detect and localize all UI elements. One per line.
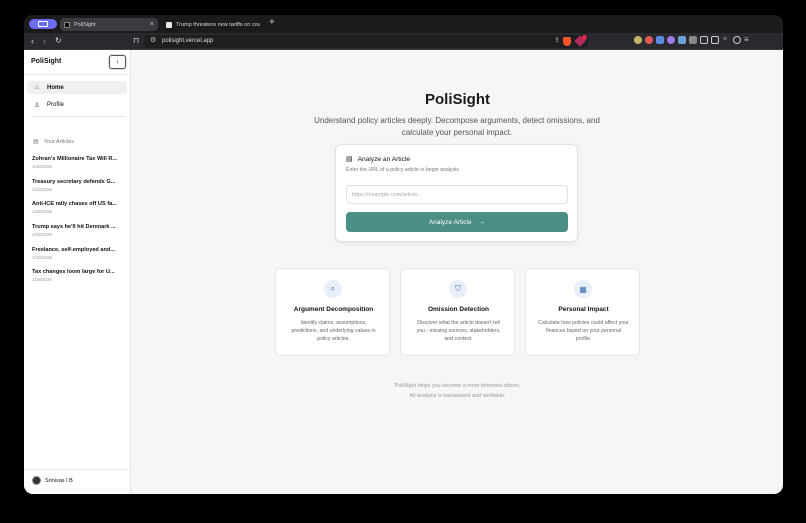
browser-window: PoliSight × Trump threatens new tariffs … <box>24 15 783 494</box>
main-content: PoliSight Understand policy articles dee… <box>132 50 783 494</box>
reload-icon[interactable]: ↻ <box>55 35 62 47</box>
article-url-input[interactable] <box>346 185 568 204</box>
file-text-icon: ▤ <box>346 156 353 163</box>
sidebar-toggle-icon[interactable] <box>700 36 708 44</box>
extension-5-icon[interactable] <box>678 36 686 44</box>
analyze-subtitle: Enter the URL of a policy article to beg… <box>346 167 459 173</box>
bookmark-icon[interactable]: ⊓ <box>133 35 139 47</box>
article-date: 1/18/2026 <box>32 255 53 260</box>
extension-4-icon[interactable] <box>667 36 675 44</box>
extension-1-icon[interactable] <box>634 36 642 44</box>
close-tab-icon[interactable]: × <box>150 21 154 28</box>
articles-section-header: ▤ Your Articles <box>33 138 75 146</box>
tab-title: PoliSight <box>74 21 96 28</box>
shield-icon: ⛉ <box>449 280 467 298</box>
article-date: 1/18/2026 <box>32 164 53 169</box>
workspace-icon[interactable] <box>29 19 57 29</box>
page: PoliSight ‹ ⌂ Home ♙ Profile ▤ Your Arti… <box>24 50 783 494</box>
feature-title: Argument Decomposition <box>293 306 374 313</box>
article-title: Anti-ICE rally chases off US fa... <box>32 201 117 207</box>
article-date: 1/18/2026 <box>32 209 53 214</box>
calculator-icon: ▦ <box>574 280 592 298</box>
feature-description: Identify claims, assumptions, prediction… <box>291 320 376 343</box>
news-favicon-icon <box>166 21 172 28</box>
browser-toolbar: ‹ › ↻ ⊓ ⚙ polisight.vercel.app ⇪ ✧ ≡ <box>24 33 783 50</box>
article-item[interactable]: Freelance, self-employed and... 1/18/202… <box>32 247 124 260</box>
sidebar-item-profile[interactable]: ♙ Profile <box>27 98 127 111</box>
analyze-heading: ▤ Analyze an Article <box>346 155 411 164</box>
vpn-icon[interactable] <box>733 36 741 44</box>
rewards-badge <box>582 35 587 40</box>
site-settings-icon[interactable]: ⚙ <box>150 36 156 44</box>
analyze-card: ▤ Analyze an Article Enter the URL of a … <box>335 144 578 242</box>
article-item[interactable]: Tax changes loom large for U... 1/18/202… <box>32 269 124 282</box>
article-title: Trump says he'll hit Denmark ... <box>32 224 116 230</box>
page-title: PoliSight <box>425 91 490 108</box>
user-name: Srinivas I B <box>45 477 73 484</box>
feature-card-argument: ⌕ Argument Decomposition Identify claims… <box>275 268 390 356</box>
article-title: Tax changes loom large for U... <box>32 269 115 275</box>
article-item[interactable]: Treasury secretary defends G... 1/18/202… <box>32 179 124 192</box>
divider <box>30 116 125 117</box>
tab-news[interactable]: Trump threatens new tariffs on countries… <box>162 18 264 31</box>
address-bar[interactable]: ⚙ polisight.vercel.app ⇪ <box>144 35 588 48</box>
article-title: Zohran's Millionaire Tax Will R... <box>32 156 118 162</box>
extension-2-icon[interactable] <box>645 36 653 44</box>
document-icon: ▤ <box>33 139 39 145</box>
button-label: Analyze Article <box>428 218 472 226</box>
tab-polisight[interactable]: PoliSight × <box>60 18 158 31</box>
footer-note: PoliSight helps you become a more inform… <box>132 381 783 401</box>
article-title: Freelance, self-employed and... <box>32 247 116 253</box>
new-tab-button[interactable]: + <box>269 17 275 28</box>
analyze-title: Analyze an Article <box>357 155 411 163</box>
avatar <box>32 476 41 485</box>
article-date: 1/18/2026 <box>32 232 53 237</box>
collapse-sidebar-button[interactable]: ‹ <box>109 55 126 69</box>
home-icon: ⌂ <box>35 84 39 91</box>
tab-bar: PoliSight × Trump threatens new tariffs … <box>24 15 783 33</box>
feature-description: Calculate how policies could affect your… <box>538 320 629 343</box>
menu-icon[interactable]: ≡ <box>744 36 752 44</box>
share-icon[interactable]: ⇪ <box>554 36 560 44</box>
url-text: polisight.vercel.app <box>162 38 214 44</box>
footer-line: PoliSight helps you become a more inform… <box>394 383 521 389</box>
wallet-icon[interactable] <box>711 36 719 44</box>
article-item[interactable]: Anti-ICE rally chases off US fa... 1/18/… <box>32 201 124 214</box>
sidebar-brand: PoliSight <box>31 58 62 65</box>
page-subtitle: Understand policy articles deeply. Decom… <box>314 116 600 137</box>
extension-6-icon[interactable] <box>689 36 697 44</box>
arrow-right-icon: → <box>478 218 486 226</box>
divider <box>24 74 131 75</box>
footer-line: All analysis is transparent and verifiab… <box>409 393 506 399</box>
extension-3-icon[interactable] <box>656 36 664 44</box>
search-icon: ⌕ <box>324 280 342 298</box>
feature-title: Personal Impact <box>558 306 609 313</box>
user-icon: ♙ <box>34 101 40 109</box>
sidebar-item-label: Profile <box>47 101 65 108</box>
user-profile[interactable]: Srinivas I B <box>32 476 73 485</box>
tab-title: Trump threatens new tariffs on countries… <box>176 21 260 28</box>
article-date: 1/18/2026 <box>32 277 53 282</box>
article-item[interactable]: Zohran's Millionaire Tax Will R... 1/18/… <box>32 156 124 169</box>
extensions-bar: ✧ ≡ <box>634 36 752 44</box>
feature-card-impact: ▦ Personal Impact Calculate how policies… <box>525 268 640 356</box>
sidebar: PoliSight ‹ ⌂ Home ♙ Profile ▤ Your Arti… <box>24 50 131 494</box>
article-title: Treasury secretary defends G... <box>32 179 116 185</box>
feature-card-omission: ⛉ Omission Detection Discover what the a… <box>400 268 515 356</box>
divider <box>24 469 131 470</box>
polisight-favicon-icon <box>64 21 70 28</box>
feature-description: Discover what the article doesn't tell y… <box>416 320 501 343</box>
back-icon[interactable]: ‹ <box>31 35 34 47</box>
sidebar-item-home[interactable]: ⌂ Home <box>27 81 127 94</box>
forward-icon[interactable]: › <box>43 35 46 47</box>
section-title: Your Articles <box>43 138 75 145</box>
article-item[interactable]: Trump says he'll hit Denmark ... 1/18/20… <box>32 224 124 237</box>
analyze-article-button[interactable]: Analyze Article → <box>346 212 568 232</box>
feature-title: Omission Detection <box>427 306 490 313</box>
leo-icon[interactable]: ✧ <box>722 36 730 44</box>
sidebar-item-label: Home <box>47 84 64 91</box>
brave-shields-icon[interactable] <box>563 37 571 46</box>
article-date: 1/18/2026 <box>32 187 53 192</box>
